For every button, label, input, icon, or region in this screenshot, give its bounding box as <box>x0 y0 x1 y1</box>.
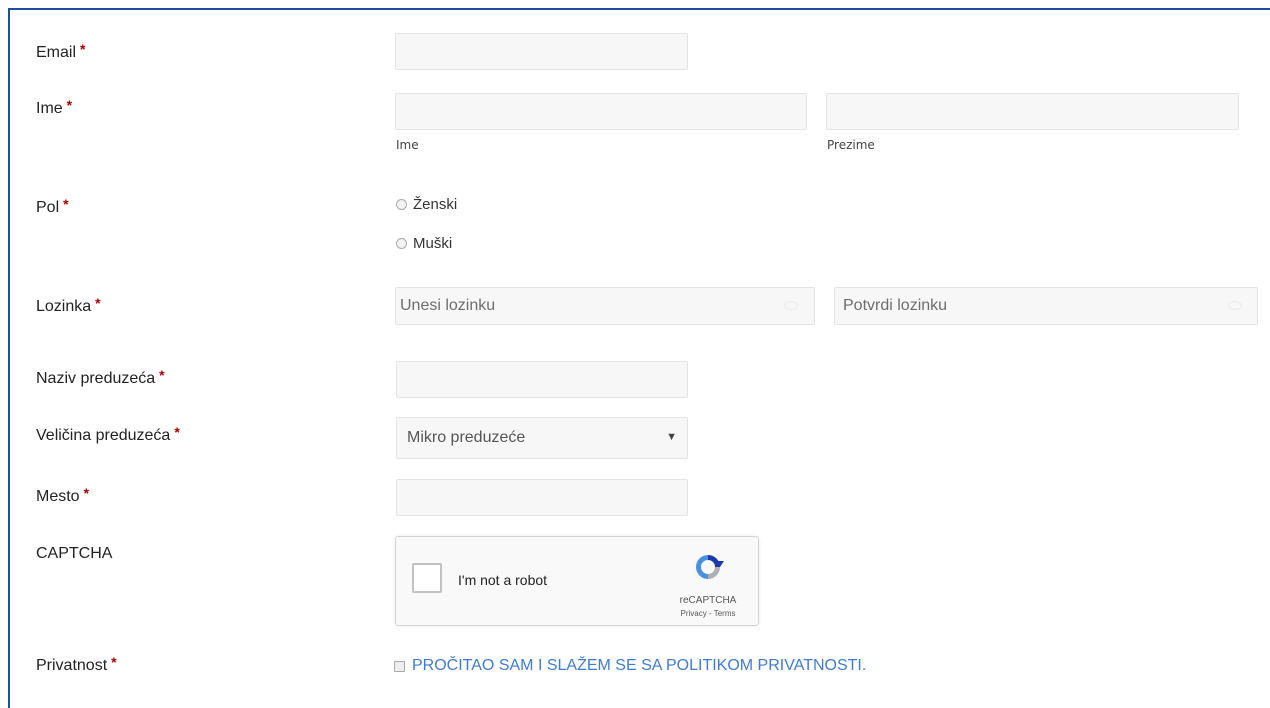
captcha-label: CAPTCHA <box>36 545 113 562</box>
company-size-selected: Mikro preduzeće <box>407 429 526 446</box>
last-name-input[interactable] <box>826 93 1239 130</box>
gender-option-male[interactable]: Muški <box>396 235 452 252</box>
recaptcha-logo-icon <box>696 555 724 579</box>
company-size-select[interactable]: Mikro preduzeće ▼ <box>396 417 688 459</box>
recaptcha-checkbox-label: I'm not a robot <box>458 572 548 588</box>
email-label: Email * <box>36 41 86 61</box>
confirm-password-input[interactable] <box>834 287 1258 325</box>
gender-option-label: Muški <box>413 235 453 252</box>
company-name-label: Naziv preduzeća * <box>36 367 165 387</box>
first-name-sublabel: Ime <box>396 138 419 152</box>
privacy-policy-link[interactable]: PROČITAO SAM I SLAŽEM SE SA POLITIKOM PR… <box>412 657 866 675</box>
show-confirm-password-icon[interactable] <box>1228 301 1242 310</box>
show-password-icon[interactable] <box>784 301 798 310</box>
recaptcha-brand: reCAPTCHA <box>679 595 737 606</box>
last-name-sublabel: Prezime <box>827 138 875 152</box>
recaptcha-links[interactable]: Privacy - Terms <box>676 609 740 618</box>
company-size-label: Veličina preduzeća * <box>36 424 180 444</box>
first-name-input[interactable] <box>395 93 807 130</box>
password-input[interactable] <box>395 287 815 325</box>
chevron-down-icon: ▼ <box>666 431 677 443</box>
gender-option-female[interactable]: Ženski <box>396 196 457 213</box>
password-label: Lozinka * <box>36 295 101 315</box>
gender-option-label: Ženski <box>413 196 458 213</box>
radio-button[interactable] <box>396 199 407 210</box>
privacy-label: Privatnost * <box>36 654 117 674</box>
company-name-input[interactable] <box>396 361 688 398</box>
city-input[interactable] <box>396 479 688 516</box>
radio-button[interactable] <box>396 238 407 249</box>
name-label: Ime * <box>36 97 73 117</box>
recaptcha-widget: I'm not a robot reCAPTCHA Privacy - Term… <box>395 536 759 626</box>
gender-label: Pol * <box>36 196 69 216</box>
recaptcha-checkbox[interactable] <box>412 563 442 593</box>
privacy-checkbox[interactable] <box>394 660 405 672</box>
privacy-consent: PROČITAO SAM I SLAŽEM SE SA POLITIKOM PR… <box>394 657 866 675</box>
city-label: Mesto * <box>36 485 90 505</box>
email-input[interactable] <box>395 33 688 70</box>
